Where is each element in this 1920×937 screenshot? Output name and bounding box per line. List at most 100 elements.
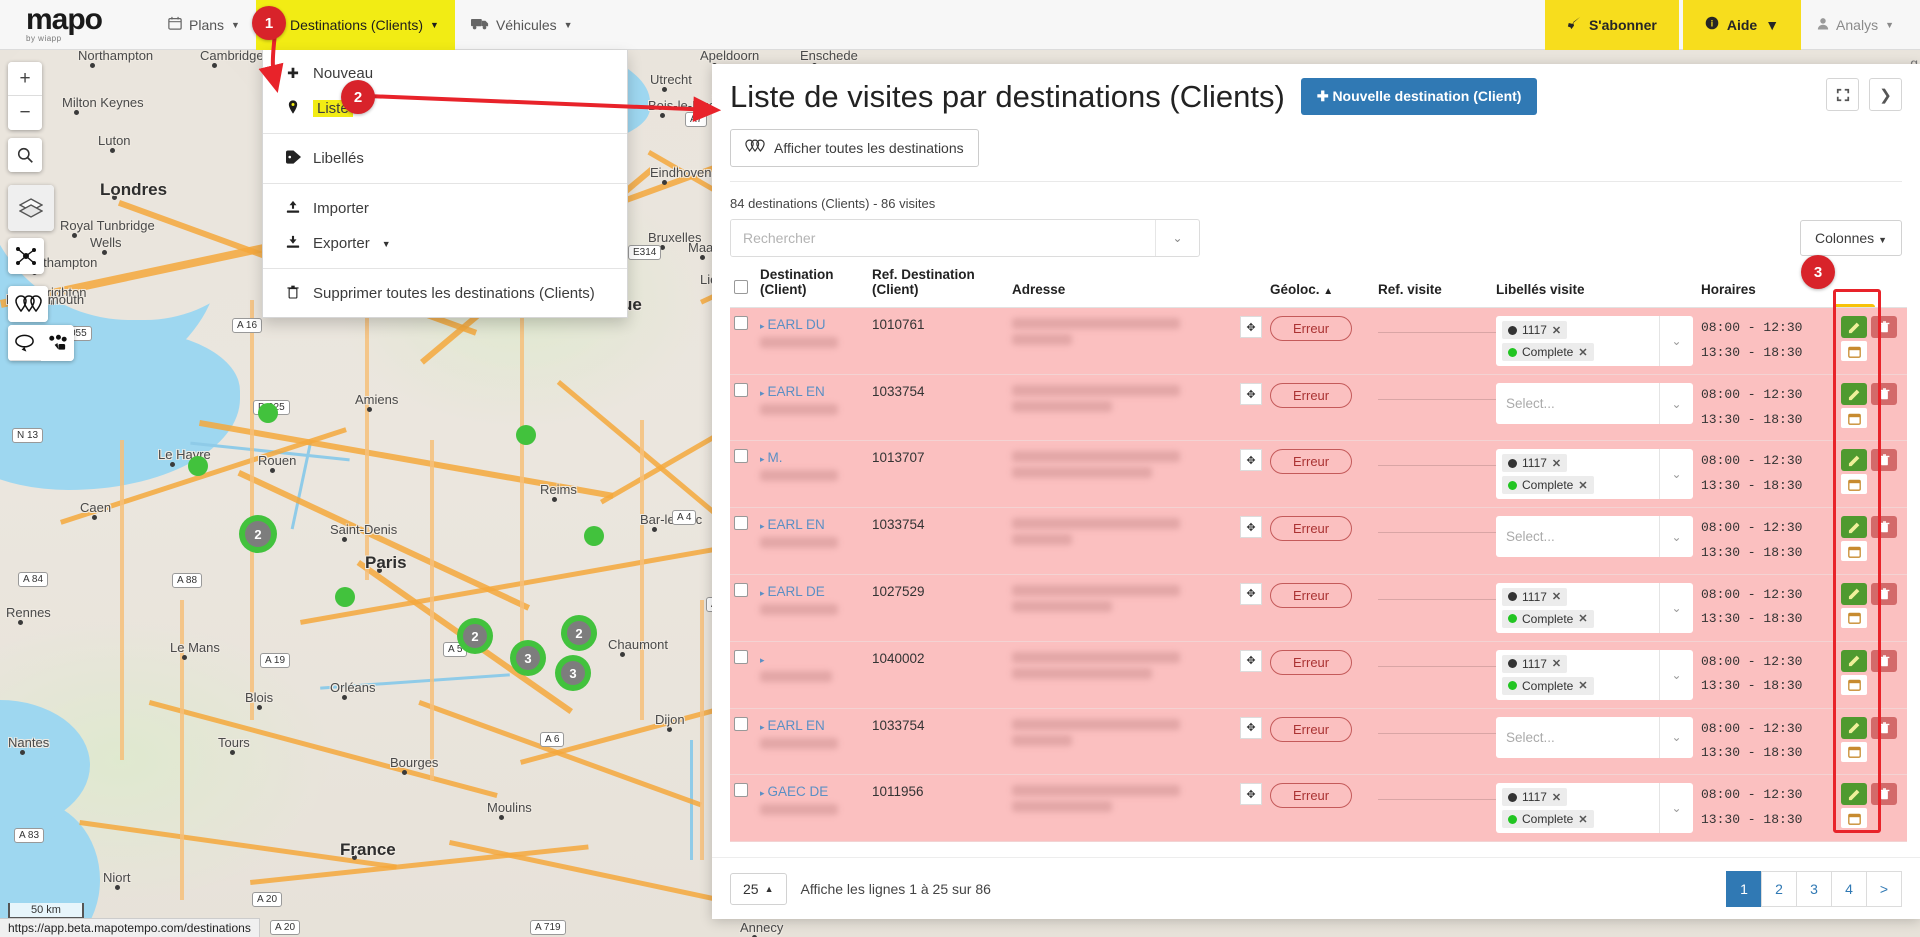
- edit-row-button[interactable]: [1841, 449, 1867, 471]
- map-cluster-marker[interactable]: [258, 403, 278, 423]
- row-checkbox[interactable]: [734, 316, 748, 330]
- subscribe-button[interactable]: S'abonner: [1545, 0, 1679, 50]
- label-tag[interactable]: Complete✕: [1502, 476, 1594, 494]
- geoloc-status-badge[interactable]: Erreur: [1270, 717, 1352, 742]
- label-tag[interactable]: Complete✕: [1502, 810, 1594, 828]
- table-row[interactable]: ▸EARL EN1033754✥ErreurSelect...⌄08:00 - …: [730, 508, 1907, 574]
- menu-item-supprimer-toutes[interactable]: Supprimer toutes les destinations (Clien…: [263, 276, 627, 311]
- table-row[interactable]: ▸EARL DU1010761✥Erreur1117✕Complete✕⌄08:…: [730, 308, 1907, 375]
- destination-link[interactable]: GAEC DE: [768, 784, 829, 799]
- pagination-page-2[interactable]: 2: [1761, 871, 1797, 907]
- schedule-row-button[interactable]: [1841, 474, 1867, 494]
- move-marker-icon[interactable]: ✥: [1240, 783, 1262, 805]
- map-cluster-marker[interactable]: [335, 587, 355, 607]
- expand-row-icon[interactable]: ▸: [760, 788, 765, 798]
- map-cluster-marker[interactable]: [188, 456, 208, 476]
- menu-item-nouveau[interactable]: ✚ Nouveau: [263, 56, 627, 91]
- label-tag[interactable]: Complete✕: [1502, 343, 1594, 361]
- network-icon[interactable]: [8, 238, 44, 274]
- chevron-down-icon[interactable]: ⌄: [1659, 783, 1693, 833]
- map-network-control[interactable]: [8, 238, 44, 274]
- map-cluster-marker[interactable]: 3: [510, 640, 546, 676]
- expand-row-icon[interactable]: ▸: [760, 521, 765, 531]
- schedule-row-button[interactable]: [1841, 742, 1867, 762]
- row-checkbox[interactable]: [734, 449, 748, 463]
- show-all-destinations-button[interactable]: Afficher toutes les destinations: [730, 129, 979, 167]
- geoloc-status-badge[interactable]: Erreur: [1270, 449, 1352, 474]
- geoloc-status-badge[interactable]: Erreur: [1270, 383, 1352, 408]
- table-row[interactable]: ▸EARL EN1033754✥ErreurSelect...⌄08:00 - …: [730, 375, 1907, 441]
- delete-row-button[interactable]: [1871, 516, 1897, 538]
- multiselect-icon[interactable]: [41, 325, 74, 361]
- move-marker-icon[interactable]: ✥: [1240, 316, 1262, 338]
- move-marker-icon[interactable]: ✥: [1240, 516, 1262, 538]
- edit-row-button[interactable]: [1841, 383, 1867, 405]
- label-tag[interactable]: Complete✕: [1502, 677, 1594, 695]
- ref-visite-cell[interactable]: [1374, 574, 1492, 641]
- row-checkbox[interactable]: [734, 516, 748, 530]
- delete-row-button[interactable]: [1871, 383, 1897, 405]
- label-tag[interactable]: 1117✕: [1502, 321, 1567, 339]
- delete-row-button[interactable]: [1871, 783, 1897, 805]
- geoloc-status-badge[interactable]: Erreur: [1270, 583, 1352, 608]
- menu-item-liste[interactable]: Liste: [263, 91, 627, 126]
- nav-item-vehicules[interactable]: Véhicules ▼: [455, 0, 589, 50]
- delete-row-button[interactable]: [1871, 449, 1897, 471]
- edit-row-button[interactable]: [1841, 583, 1867, 605]
- menu-item-libelles[interactable]: Libellés: [263, 141, 627, 176]
- remove-label-icon[interactable]: ✕: [1552, 657, 1561, 670]
- pagination-page-4[interactable]: 4: [1831, 871, 1867, 907]
- label-tag[interactable]: 1117✕: [1502, 454, 1567, 472]
- map-layers-control[interactable]: [8, 185, 54, 231]
- map-cluster-marker[interactable]: 2: [457, 618, 493, 654]
- menu-item-exporter[interactable]: Exporter ▼: [263, 226, 627, 261]
- labels-select[interactable]: 1117✕Complete✕⌄: [1496, 783, 1693, 833]
- delete-row-button[interactable]: [1871, 316, 1897, 338]
- ref-visite-cell[interactable]: [1374, 708, 1492, 774]
- edit-row-button[interactable]: [1841, 717, 1867, 739]
- destination-link[interactable]: EARL EN: [768, 718, 825, 733]
- pagination[interactable]: 1234>: [1727, 871, 1902, 907]
- delete-row-button[interactable]: [1871, 583, 1897, 605]
- remove-label-icon[interactable]: ✕: [1578, 612, 1587, 625]
- per-page-selector[interactable]: 25 ▲: [730, 873, 787, 905]
- remove-label-icon[interactable]: ✕: [1552, 457, 1561, 470]
- row-checkbox[interactable]: [734, 783, 748, 797]
- destinations-icon[interactable]: [8, 286, 48, 322]
- labels-select[interactable]: 1117✕Complete✕⌄: [1496, 316, 1693, 366]
- destination-link[interactable]: EARL EN: [768, 517, 825, 532]
- labels-select[interactable]: Select...⌄: [1496, 383, 1693, 424]
- table-row[interactable]: ▸EARL DE1027529✥Erreur1117✕Complete✕⌄08:…: [730, 574, 1907, 641]
- ref-visite-cell[interactable]: [1374, 308, 1492, 375]
- geoloc-status-badge[interactable]: Erreur: [1270, 316, 1352, 341]
- row-checkbox[interactable]: [734, 383, 748, 397]
- new-destination-button[interactable]: ✚ Nouvelle destination (Client): [1301, 78, 1538, 115]
- move-marker-icon[interactable]: ✥: [1240, 383, 1262, 405]
- layers-icon[interactable]: [8, 185, 54, 231]
- chevron-down-icon[interactable]: ⌄: [1659, 449, 1693, 499]
- table-row[interactable]: ▸GAEC DE1011956✥Erreur1117✕Complete✕⌄08:…: [730, 775, 1907, 842]
- remove-label-icon[interactable]: ✕: [1552, 590, 1561, 603]
- pagination-page-3[interactable]: 3: [1796, 871, 1832, 907]
- geoloc-status-badge[interactable]: Erreur: [1270, 783, 1352, 808]
- menu-item-importer[interactable]: Importer: [263, 191, 627, 226]
- delete-row-button[interactable]: [1871, 717, 1897, 739]
- schedule-row-button[interactable]: [1841, 341, 1867, 361]
- chevron-down-icon[interactable]: ⌄: [1659, 717, 1693, 758]
- table-row[interactable]: ▸EARL EN1033754✥ErreurSelect...⌄08:00 - …: [730, 708, 1907, 774]
- zoom-out-icon[interactable]: −: [8, 96, 42, 130]
- help-button[interactable]: i Aide ▼: [1683, 0, 1801, 50]
- expand-row-icon[interactable]: ▸: [760, 388, 765, 398]
- edit-row-button[interactable]: [1841, 316, 1867, 338]
- expand-row-icon[interactable]: ▸: [760, 321, 765, 331]
- labels-select[interactable]: Select...⌄: [1496, 717, 1693, 758]
- move-marker-icon[interactable]: ✥: [1240, 650, 1262, 672]
- map-cluster-marker[interactable]: [516, 425, 536, 445]
- edit-row-button[interactable]: [1841, 783, 1867, 805]
- label-tag[interactable]: Complete✕: [1502, 610, 1594, 628]
- move-marker-icon[interactable]: ✥: [1240, 583, 1262, 605]
- brand-logo[interactable]: mapo by wiapp: [0, 0, 152, 50]
- col-header-adresse[interactable]: Adresse: [1008, 257, 1236, 308]
- expand-row-icon[interactable]: ▸: [760, 722, 765, 732]
- map-search-control[interactable]: [8, 138, 42, 172]
